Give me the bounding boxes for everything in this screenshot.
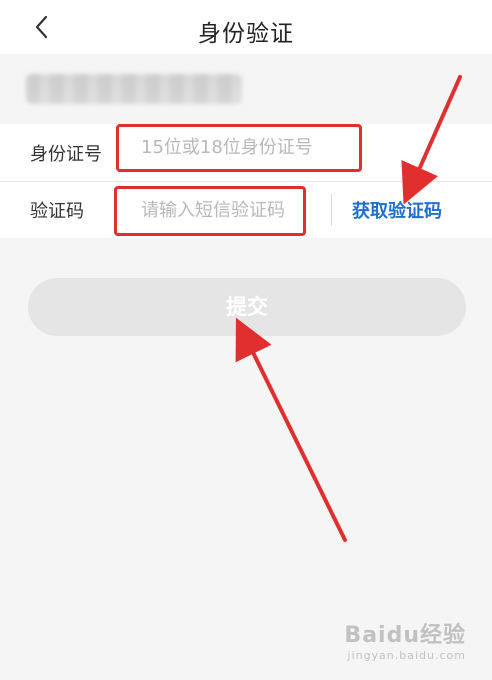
sms-code-placeholder: 请输入短信验证码 [141, 200, 285, 221]
top-bar: 身份验证 [0, 0, 492, 54]
id-number-placeholder: 15位或18位身份证号 [141, 137, 313, 158]
blurred-text [26, 74, 242, 104]
arrow-to-submit [235, 317, 347, 542]
get-code-button[interactable]: 获取验证码 [352, 197, 442, 223]
watermark-sub: jingyan.baidu.com [347, 649, 466, 662]
id-number-label: 身份证号 [30, 144, 102, 165]
vertical-divider [331, 194, 332, 226]
sms-code-label: 验证码 [30, 201, 84, 222]
page-title: 身份验证 [198, 21, 294, 47]
sms-code-row: 验证码 请输入短信验证码 获取验证码 [0, 181, 492, 238]
watermark-main: Baidu经验 [344, 623, 466, 648]
sms-code-input[interactable]: 请输入短信验证码 [114, 186, 306, 236]
id-number-input[interactable]: 15位或18位身份证号 [116, 124, 362, 172]
id-number-row: 身份证号 15位或18位身份证号 [0, 124, 492, 182]
watermark: Baidu经验 jingyan.baidu.com [344, 617, 466, 662]
masked-info-area [0, 54, 492, 124]
submit-button[interactable]: 提交 [28, 278, 466, 336]
verification-form: 身份证号 15位或18位身份证号 验证码 请输入短信验证码 获取验证码 [0, 124, 492, 238]
